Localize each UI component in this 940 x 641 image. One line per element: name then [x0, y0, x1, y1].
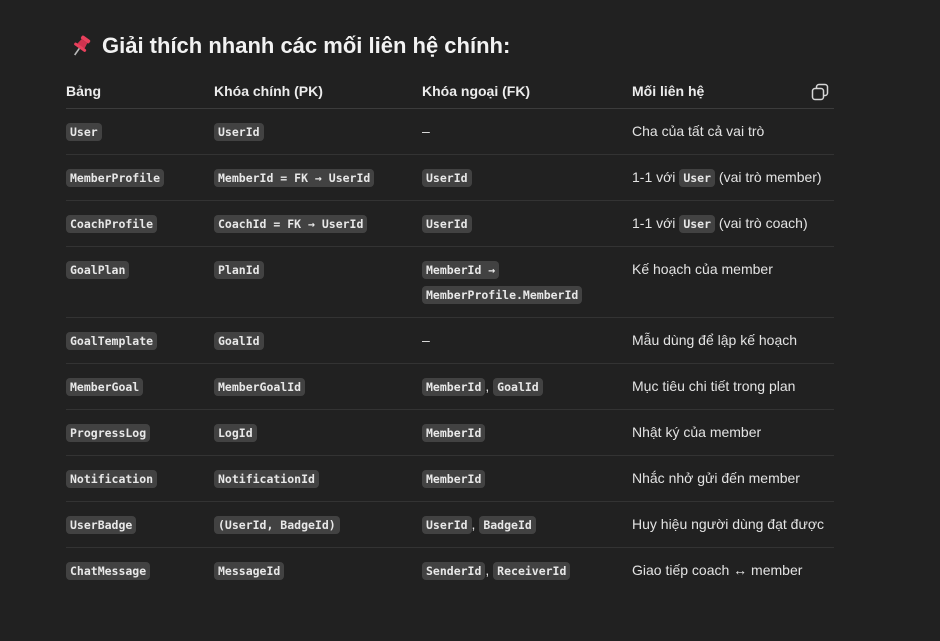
pk-value: PlanId: [214, 261, 264, 279]
fk-separator: ,: [471, 516, 476, 532]
pk-value: CoachId = FK → UserId: [214, 215, 368, 233]
relation-text: (vai trò member): [718, 169, 822, 185]
fk-value: MemberId: [422, 424, 486, 442]
header-pk: Khóa chính (PK): [214, 74, 422, 109]
table-row: MemberGoal MemberGoalId MemberId, GoalId…: [66, 363, 834, 410]
relation-code: User: [679, 169, 716, 187]
chat-response: Giải thích nhanh các mối liên hệ chính: …: [0, 0, 940, 641]
fk-value: MemberId: [422, 378, 486, 396]
table-name: UserBadge: [66, 516, 137, 534]
pk-value: UserId: [214, 123, 264, 141]
fk-separator: ,: [485, 378, 490, 394]
pk-value: MessageId: [214, 562, 285, 580]
table-row: UserBadge (UserId, BadgeId) UserId, Badg…: [66, 501, 834, 548]
pushpin-icon: [74, 35, 91, 56]
fk-value: SenderId: [422, 562, 486, 580]
relation-text: Mẫu dùng để lập kế hoạch: [632, 332, 798, 348]
relation-text: 1-1 với: [632, 169, 676, 185]
fk-value: MemberProfile.MemberId: [422, 286, 583, 304]
pk-value: LogId: [214, 424, 257, 442]
table-row: Notification NotificationId MemberId Nhắ…: [66, 455, 834, 502]
table-row: GoalPlan PlanId MemberId → MemberProfile…: [66, 246, 834, 318]
table-name: ProgressLog: [66, 424, 151, 442]
fk-value: –: [422, 123, 430, 139]
fk-value: BadgeId: [479, 516, 536, 534]
relation-code: User: [679, 215, 716, 233]
fk-value: MemberId: [422, 470, 486, 488]
pk-value: (UserId, BadgeId): [214, 516, 340, 534]
table-name: GoalPlan: [66, 261, 130, 279]
table-row: ProgressLog LogId MemberId Nhật ký của m…: [66, 409, 834, 456]
table-name: CoachProfile: [66, 215, 158, 233]
table-name: Notification: [66, 470, 158, 488]
table-row: GoalTemplate GoalId – Mẫu dùng để lập kế…: [66, 317, 834, 364]
relation-text: Nhắc nhở gửi đến member: [632, 470, 800, 486]
table-name: User: [66, 123, 102, 141]
table-name: MemberGoal: [66, 378, 144, 396]
fk-value: GoalId: [493, 378, 543, 396]
fk-value: MemberId →: [422, 261, 500, 279]
header-relation: Mối liên hệ: [632, 74, 834, 109]
fk-value: UserId: [422, 169, 472, 187]
heading-text: Giải thích nhanh các mối liên hệ chính:: [102, 33, 511, 58]
table-row: User UserId – Cha của tất cả vai trò: [66, 108, 834, 155]
relation-text: 1-1 với: [632, 215, 676, 231]
pk-value: MemberGoalId: [214, 378, 306, 396]
fk-value: ReceiverId: [493, 562, 571, 580]
pk-value: NotificationId: [214, 470, 319, 488]
pk-value: GoalId: [214, 332, 264, 350]
relation-text: Huy hiệu người dùng đạt được: [632, 516, 824, 532]
relations-table: Bảng Khóa chính (PK) Khóa ngoại (FK) Mối…: [66, 74, 834, 593]
fk-value: UserId: [422, 516, 472, 534]
relation-text: Nhật ký của member: [632, 424, 762, 440]
table-header-row: Bảng Khóa chính (PK) Khóa ngoại (FK) Mối…: [66, 74, 834, 109]
table-row: CoachProfile CoachId = FK → UserId UserI…: [66, 200, 834, 247]
relation-text: Giao tiếp coach ↔ member: [632, 562, 803, 578]
fk-value: UserId: [422, 215, 472, 233]
pk-value: MemberId = FK → UserId: [214, 169, 375, 187]
fk-separator: ,: [485, 562, 490, 578]
table-row: ChatMessage MessageId SenderId, Receiver…: [66, 548, 834, 594]
fk-value: –: [422, 332, 430, 348]
table-name: MemberProfile: [66, 169, 165, 187]
relation-text: Cha của tất cả vai trò: [632, 123, 765, 139]
relation-text: Mục tiêu chi tiết trong plan: [632, 378, 796, 394]
table-name: ChatMessage: [66, 562, 151, 580]
section-heading: Giải thích nhanh các mối liên hệ chính:: [68, 33, 510, 59]
header-table: Bảng: [66, 74, 214, 109]
header-fk: Khóa ngoại (FK): [422, 74, 632, 109]
table-name: GoalTemplate: [66, 332, 158, 350]
relation-text: (vai trò coach): [718, 215, 808, 231]
relation-text: Kế hoạch của member: [632, 261, 773, 277]
table-row: MemberProfile MemberId = FK → UserId Use…: [66, 154, 834, 201]
